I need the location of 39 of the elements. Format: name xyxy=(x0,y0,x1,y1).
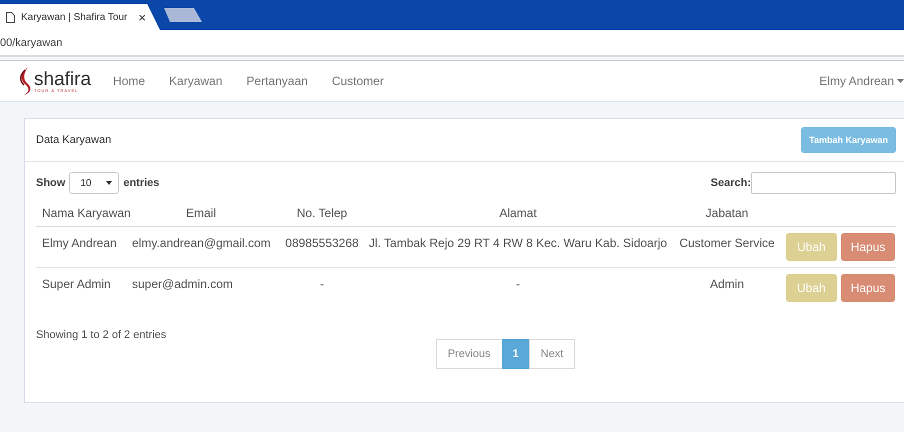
delete-button[interactable]: Hapus xyxy=(840,233,896,261)
caret-icon xyxy=(106,181,112,185)
table-cell: 08985553268 xyxy=(276,227,368,268)
column-header: Jabatan xyxy=(668,200,786,227)
nav-link[interactable]: Pertanyaan xyxy=(246,74,308,88)
search-label: Search: xyxy=(710,177,751,189)
page-icon xyxy=(6,12,15,22)
column-header: No. Telep xyxy=(276,200,368,227)
table-cell-text: - xyxy=(319,276,325,293)
caret-icon xyxy=(897,79,904,83)
table-cell-text: - xyxy=(515,276,521,293)
new-tab-button[interactable] xyxy=(164,8,202,22)
table-cell-text: Super Admin xyxy=(41,276,112,293)
user-menu[interactable]: Elmy Andrean xyxy=(819,74,904,88)
tab-title: Karyawan | Shafira Tour xyxy=(21,12,128,22)
search-field[interactable] xyxy=(751,172,896,194)
table-cell: Jl. Tambak Rejo 29 RT 4 RW 8 Kec. Waru Kab. Sidoarjo xyxy=(368,227,668,268)
nav-link[interactable]: Karyawan xyxy=(169,74,222,88)
entries-select[interactable]: 10 xyxy=(69,172,120,194)
table-cell: Elmy Andrean xyxy=(36,227,126,268)
column-header: Alamat xyxy=(368,200,668,227)
address-bar[interactable]: 00/karyawan xyxy=(0,36,62,48)
show-label: Show xyxy=(36,177,66,189)
page-button[interactable]: 1 xyxy=(502,339,530,369)
table-info: Showing 1 to 2 of 2 entries xyxy=(36,329,168,341)
entries-label: entries xyxy=(123,177,160,189)
panel-title: Data Karyawan xyxy=(36,134,112,146)
logo-icon xyxy=(18,66,32,96)
browser-tab[interactable]: Karyawan | Shafira Tour × xyxy=(0,4,160,30)
table-cell: elmy.andrean@gmail.com xyxy=(126,227,276,268)
table-cell-text: Admin xyxy=(708,276,745,293)
pager-button[interactable]: Previous xyxy=(436,339,503,369)
close-tab-button[interactable]: × xyxy=(138,10,146,24)
delete-button[interactable]: Hapus xyxy=(840,274,896,302)
nav-link[interactable]: Customer xyxy=(332,74,384,88)
table-cell-text: super@admin.com xyxy=(131,276,234,293)
pager-button[interactable]: Next xyxy=(528,339,576,369)
nav-link[interactable]: Home xyxy=(113,74,146,88)
brand-name: shafira xyxy=(34,70,92,88)
